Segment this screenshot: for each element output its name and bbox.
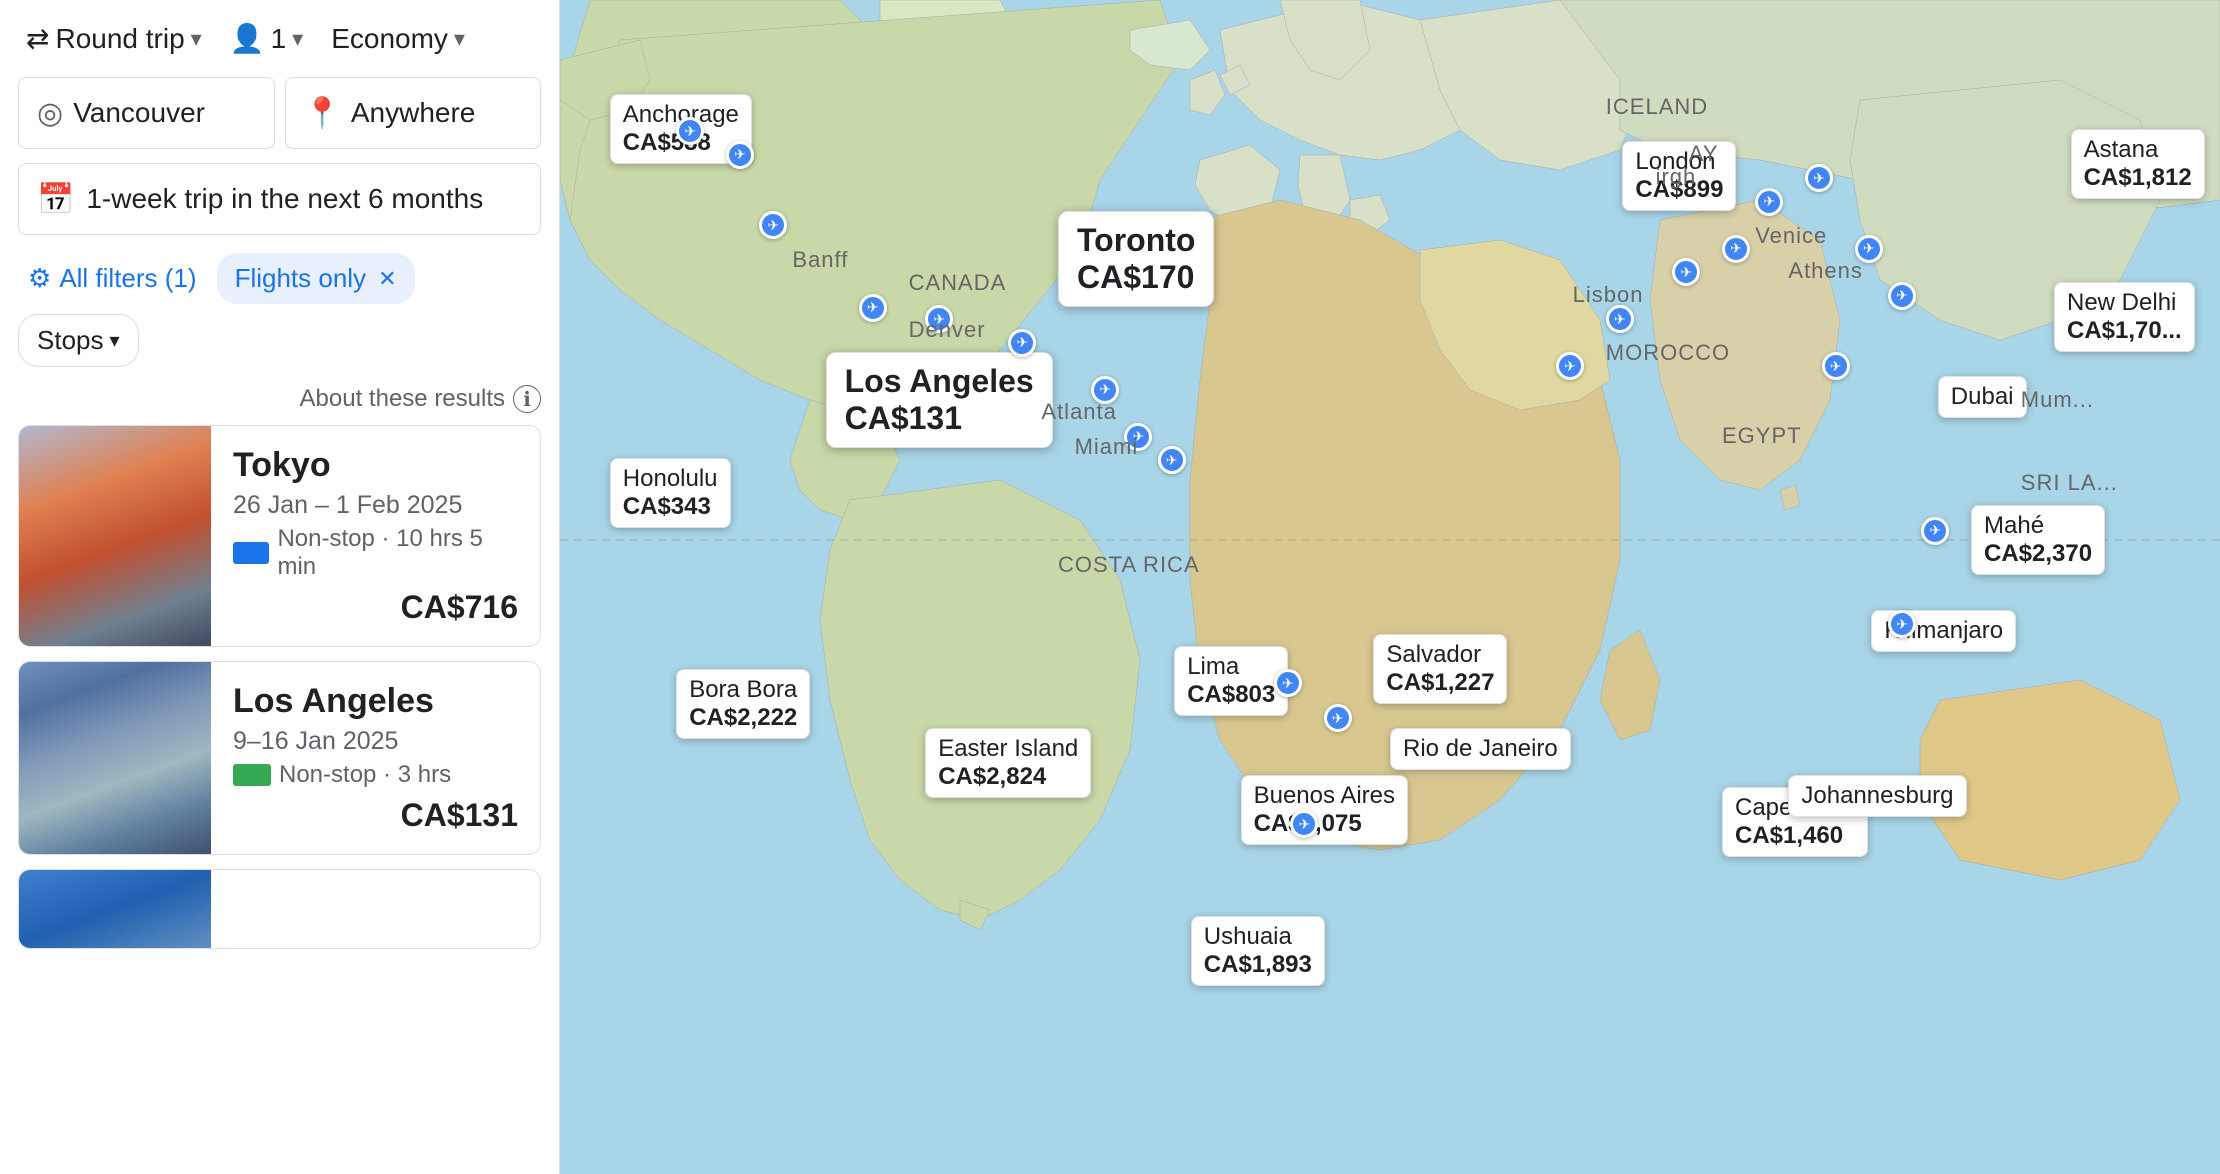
search-row: ◎ Vancouver 📍 Anywhere <box>18 77 541 149</box>
stops-chevron-icon: ▾ <box>110 328 120 353</box>
la-flight-info: Non-stop · 3 hrs <box>279 761 451 789</box>
map-label-morocco: MOROCCO <box>1606 340 1730 366</box>
flights-only-chip[interactable]: Flights only ✕ <box>217 253 415 304</box>
map-label-irgh: irgh <box>1656 164 1697 190</box>
calendar-icon: 📅 <box>37 182 74 217</box>
map-label-denver: Denver <box>909 317 986 343</box>
la-dates: 9–16 Jan 2025 <box>233 727 518 756</box>
left-panel: ⇄ Round trip ▾ 👤 1 ▾ Economy ▾ ◎ Vancouv… <box>0 0 560 1174</box>
stops-label: Stops <box>37 325 104 356</box>
map-label-athens: Athens <box>1788 258 1863 284</box>
trip-type-chevron-icon: ▾ <box>191 26 202 52</box>
date-value: 1-week trip in the next 6 months <box>86 183 483 215</box>
result-card-third[interactable] <box>18 869 541 949</box>
all-filters-button[interactable]: ⚙ All filters (1) <box>18 255 207 302</box>
map-label-egypt: EGYPT <box>1722 423 1802 449</box>
tokyo-flight: Non-stop · 10 hrs 5 min <box>233 525 518 581</box>
destination-value: Anywhere <box>351 97 476 129</box>
tokyo-image <box>19 426 211 646</box>
info-icon: ℹ <box>513 385 541 413</box>
map-label-miami: Miami <box>1075 434 1139 460</box>
filters-row: ⚙ All filters (1) Flights only ✕ Stops ▾ <box>18 253 541 367</box>
la-flight: Non-stop · 3 hrs <box>233 761 518 789</box>
tokyo-flight-info: Non-stop · 10 hrs 5 min <box>277 525 518 581</box>
la-price: CA$131 <box>233 797 518 834</box>
result-card-la[interactable]: Los Angeles 9–16 Jan 2025 Non-stop · 3 h… <box>18 661 541 855</box>
map-labels: CANADA COSTA RICA ICELAND MOROCCO EGYPT Venic… <box>560 0 2220 1174</box>
tokyo-title: Tokyo <box>233 446 518 485</box>
la-title: Los Angeles <box>233 682 518 721</box>
origin-field[interactable]: ◎ Vancouver <box>18 77 275 149</box>
map-label-venice: Venice <box>1755 223 1827 249</box>
tokyo-airline-badge <box>233 542 269 564</box>
passengers-label: 1 <box>271 23 287 55</box>
round-trip-icon: ⇄ <box>26 22 49 55</box>
all-filters-label: All filters (1) <box>59 263 196 294</box>
map-label-mum: Mum... <box>2021 387 2094 413</box>
map-label-ay: AY <box>1689 141 1719 167</box>
result-card-tokyo[interactable]: Tokyo 26 Jan – 1 Feb 2025 Non-stop · 10 … <box>18 425 541 647</box>
results-header-text: About these results <box>300 385 505 413</box>
trip-type-label: Round trip <box>55 23 184 55</box>
map-label-atlanta: Atlanta <box>1041 399 1117 425</box>
passengers-button[interactable]: 👤 1 ▾ <box>222 18 312 59</box>
map-label-banff: Banff <box>792 247 848 273</box>
stops-chip[interactable]: Stops ▾ <box>18 314 139 367</box>
filter-icon: ⚙ <box>28 263 51 294</box>
results-header: About these results ℹ <box>18 385 541 413</box>
map-label-iceland: ICELAND <box>1606 94 1708 120</box>
class-button[interactable]: Economy ▾ <box>323 19 473 59</box>
map-label-sri-lanka: SRI LA... <box>2021 470 2118 496</box>
person-icon: 👤 <box>230 22 265 55</box>
tokyo-price: CA$716 <box>233 589 518 626</box>
destination-icon: 📍 <box>304 96 341 131</box>
class-chevron-icon: ▾ <box>454 26 465 52</box>
la-card-body: Los Angeles 9–16 Jan 2025 Non-stop · 3 h… <box>211 662 540 854</box>
tokyo-dates: 26 Jan – 1 Feb 2025 <box>233 491 518 520</box>
tokyo-card-body: Tokyo 26 Jan – 1 Feb 2025 Non-stop · 10 … <box>211 426 540 646</box>
map-container[interactable]: AnchorageCA$588TorontoCA$170Los AngelesC… <box>560 0 2220 1174</box>
top-bar: ⇄ Round trip ▾ 👤 1 ▾ Economy ▾ <box>18 18 541 59</box>
map-label-lisbon: Lisbon <box>1573 282 1644 308</box>
date-field[interactable]: 📅 1-week trip in the next 6 months <box>18 163 541 235</box>
passengers-chevron-icon: ▾ <box>292 26 303 52</box>
third-card-body <box>211 870 540 948</box>
trip-type-button[interactable]: ⇄ Round trip ▾ <box>18 18 210 59</box>
origin-icon: ◎ <box>37 96 63 131</box>
map-label-costa-rica: COSTA RICA <box>1058 552 1200 578</box>
la-image <box>19 662 211 854</box>
flights-only-close-icon[interactable]: ✕ <box>378 266 396 292</box>
map-label-canada: CANADA <box>909 270 1007 296</box>
destination-field[interactable]: 📍 Anywhere <box>285 77 542 149</box>
flights-only-label: Flights only <box>235 263 367 294</box>
third-image <box>19 870 211 948</box>
class-label: Economy <box>331 23 448 55</box>
la-airline-badge <box>233 764 271 786</box>
origin-value: Vancouver <box>73 97 205 129</box>
